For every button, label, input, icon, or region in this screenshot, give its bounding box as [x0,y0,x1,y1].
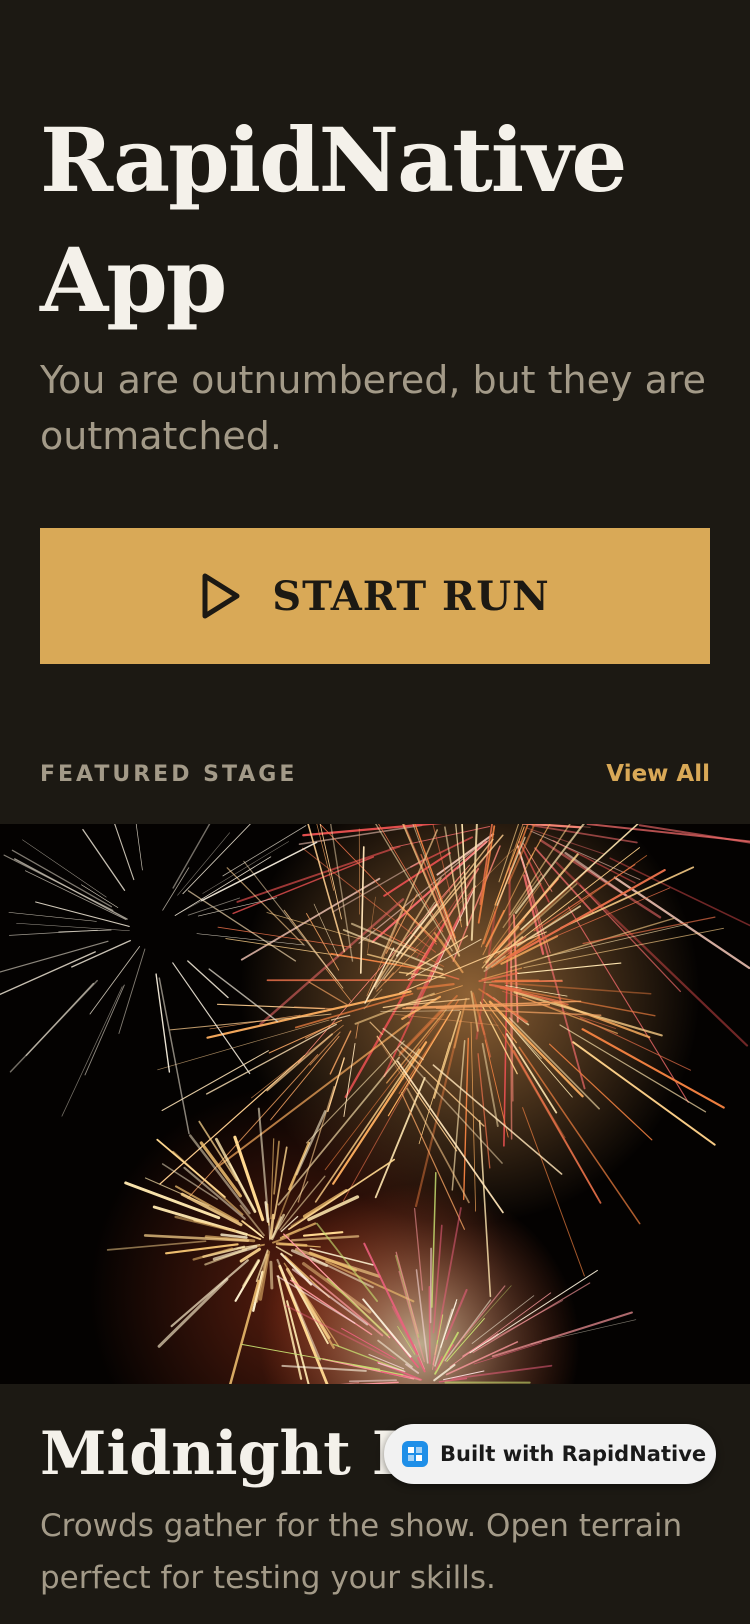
start-run-button[interactable]: START RUN [40,528,710,664]
featured-stage-image[interactable] [0,824,750,1384]
fireworks-photo [0,824,750,1384]
play-icon [200,571,242,621]
built-with-badge[interactable]: Built with RapidNative [384,1424,716,1484]
section-title: FEATURED STAGE [40,761,298,787]
view-all-link[interactable]: View All [606,761,710,787]
built-with-label: Built with RapidNative [440,1442,707,1466]
start-run-label: START RUN [272,572,550,620]
home-screen: RapidNative App You are outnumbered, but… [0,0,750,1624]
rapidnative-logo-icon [402,1441,428,1467]
featured-section-header: FEATURED STAGE View All [40,754,710,794]
tagline: You are outnumbered, but they are outmat… [40,358,707,458]
app-title: RapidNative App [40,108,627,332]
stage-description: Crowds gather for the show. Open terrain… [40,1508,683,1596]
